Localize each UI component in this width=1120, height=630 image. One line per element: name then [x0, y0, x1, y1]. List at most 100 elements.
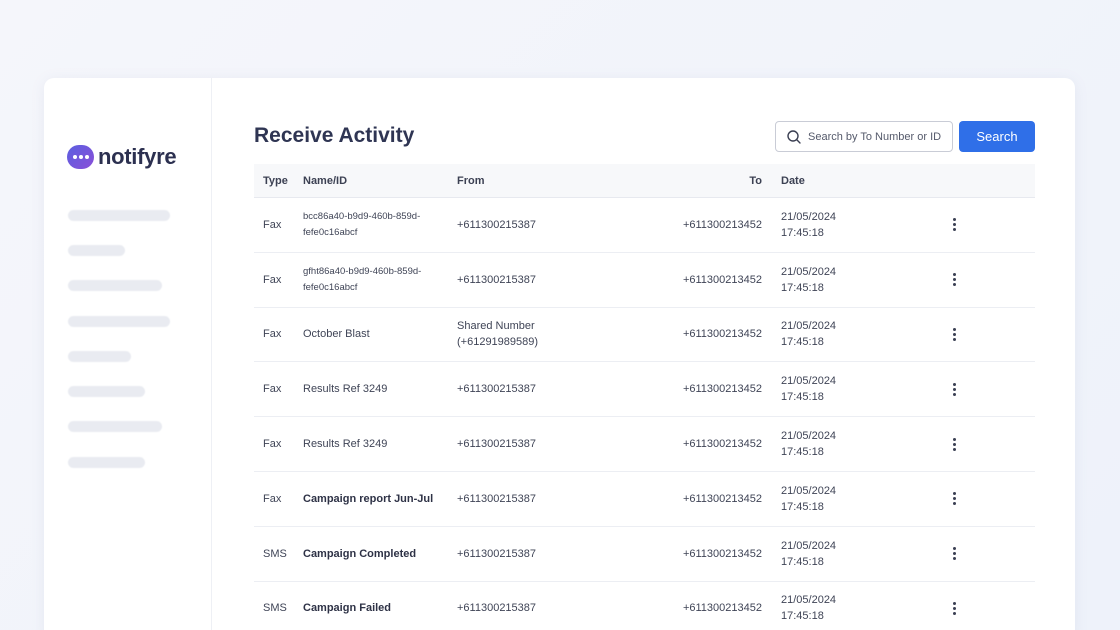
date-text: 21/05/2024: [781, 265, 837, 278]
more-options-icon[interactable]: [948, 546, 960, 562]
cell-date: 21/05/2024 17:45:18: [781, 592, 836, 624]
search-input[interactable]: [808, 130, 948, 143]
date-text: 21/05/2024: [781, 430, 837, 443]
more-options-icon[interactable]: [948, 436, 960, 452]
time-text: 17:45:18: [781, 610, 824, 623]
sidebar-item-placeholder[interactable]: [68, 280, 162, 291]
search-field[interactable]: [775, 121, 953, 152]
date-text: 21/05/2024: [781, 210, 837, 223]
cell-type: Fax: [263, 492, 282, 505]
sidebar-item-placeholder[interactable]: [68, 210, 170, 221]
more-options-icon[interactable]: [948, 491, 960, 507]
cell-name: Results Ref 3249: [303, 438, 388, 451]
time-text: 17:45:18: [781, 336, 824, 349]
search-button[interactable]: Search: [959, 121, 1035, 152]
search-icon: [787, 129, 801, 144]
time-text: 17:45:18: [781, 446, 824, 459]
cell-name: October Blast: [303, 328, 370, 341]
more-options-icon[interactable]: [948, 381, 960, 397]
sidebar-item-placeholder[interactable]: [68, 421, 162, 432]
time-text: 17:45:18: [781, 226, 824, 239]
cell-name: Campaign Completed: [303, 547, 417, 560]
logo[interactable]: notifyre: [67, 144, 177, 170]
header-to[interactable]: To: [749, 175, 762, 187]
page-title: Receive Activity: [254, 124, 415, 147]
cell-type: Fax: [263, 273, 282, 286]
cell-name: gfht86a40-b9d9-460b-859d-fefe0c16abcf: [303, 265, 422, 293]
cell-date: 21/05/2024 17:45:18: [781, 373, 836, 405]
activity-table: Type Name/ID From To Date Fax bcc86a40-b…: [254, 164, 1035, 630]
sidebar-item-placeholder[interactable]: [68, 457, 145, 468]
sidebar-item-placeholder[interactable]: [68, 386, 145, 397]
from-label: Shared Number: [457, 320, 535, 333]
cell-to: +611300213452: [682, 438, 762, 451]
time-text: 17:45:18: [781, 391, 824, 404]
cell-name: bcc86a40-b9d9-460b-859d-fefe0c16abcf: [303, 210, 421, 238]
cell-name: Campaign report Jun-Jul: [303, 492, 434, 505]
from-detail: (+61291989589): [457, 336, 539, 349]
cell-to: +611300213452: [682, 602, 762, 615]
table-row[interactable]: Fax October Blast Shared Number (+6129198…: [254, 308, 1035, 363]
logo-mark-icon: [67, 145, 94, 169]
cell-type: Fax: [263, 438, 282, 451]
table-row[interactable]: SMS Campaign Failed +611300215387 +61130…: [254, 582, 1035, 630]
cell-from: +611300215387: [457, 383, 537, 396]
table-row[interactable]: Fax Campaign report Jun-Jul +61130021538…: [254, 472, 1035, 527]
cell-from: +611300215387: [457, 602, 537, 615]
cell-name: Campaign Failed: [303, 602, 392, 615]
time-text: 17:45:18: [781, 281, 824, 294]
cell-from: +611300215387: [457, 218, 537, 231]
cell-name: Results Ref 3249: [303, 383, 388, 396]
cell-type: Fax: [263, 383, 282, 396]
more-options-icon[interactable]: [948, 326, 960, 342]
table-row[interactable]: Fax bcc86a40-b9d9-460b-859d-fefe0c16abcf…: [254, 198, 1035, 253]
table-row[interactable]: Fax Results Ref 3249 +611300215387 +6113…: [254, 362, 1035, 418]
cell-to: +611300213452: [682, 547, 762, 560]
cell-date: 21/05/2024 17:45:18: [781, 483, 836, 515]
date-text: 21/05/2024: [781, 594, 837, 607]
cell-date: 21/05/2024 17:45:18: [781, 428, 836, 460]
date-text: 21/05/2024: [781, 320, 837, 333]
cell-to: +611300213452: [682, 328, 762, 341]
date-text: 21/05/2024: [781, 539, 837, 552]
cell-date: 21/05/2024 17:45:18: [781, 318, 836, 350]
cell-to: +611300213452: [682, 218, 762, 231]
cell-type: SMS: [263, 602, 287, 615]
cell-from: +611300215387: [457, 438, 537, 451]
header-type[interactable]: Type: [263, 175, 288, 187]
more-options-icon[interactable]: [948, 272, 960, 288]
cell-from: Shared Number (+61291989589): [457, 318, 538, 350]
table-row[interactable]: Fax Results Ref 3249 +611300215387 +6113…: [254, 417, 1035, 472]
cell-date: 21/05/2024 17:45:18: [781, 264, 836, 296]
cell-from: +611300215387: [457, 273, 537, 286]
header-from[interactable]: From: [457, 175, 485, 187]
app-window: notifyre Receive Activity Search Type Na…: [44, 78, 1075, 630]
cell-type: Fax: [263, 328, 282, 341]
header-name[interactable]: Name/ID: [303, 175, 443, 187]
more-options-icon[interactable]: [948, 217, 960, 233]
time-text: 17:45:18: [781, 500, 824, 513]
sidebar-item-placeholder[interactable]: [68, 316, 170, 327]
table-row[interactable]: Fax gfht86a40-b9d9-460b-859d-fefe0c16abc…: [254, 253, 1035, 308]
cell-to: +611300213452: [682, 273, 762, 286]
sidebar: notifyre: [44, 78, 212, 630]
sidebar-item-placeholder[interactable]: [68, 351, 131, 362]
time-text: 17:45:18: [781, 555, 824, 568]
cell-type: SMS: [263, 547, 287, 560]
table-row[interactable]: SMS Campaign Completed +611300215387 +61…: [254, 527, 1035, 582]
cell-to: +611300213452: [682, 492, 762, 505]
table-header: Type Name/ID From To Date: [254, 164, 1035, 198]
date-text: 21/05/2024: [781, 484, 837, 497]
header-date[interactable]: Date: [781, 175, 805, 187]
main-content: Receive Activity Search Type Name/ID Fro…: [254, 78, 1075, 630]
logo-text: notifyre: [98, 144, 177, 169]
cell-date: 21/05/2024 17:45:18: [781, 538, 836, 570]
cell-from: +611300215387: [457, 547, 537, 560]
cell-from: +611300215387: [457, 492, 537, 505]
sidebar-item-placeholder[interactable]: [68, 245, 125, 256]
date-text: 21/05/2024: [781, 375, 837, 388]
cell-to: +611300213452: [682, 383, 762, 396]
cell-date: 21/05/2024 17:45:18: [781, 209, 836, 241]
cell-type: Fax: [263, 218, 282, 231]
more-options-icon[interactable]: [948, 600, 960, 616]
